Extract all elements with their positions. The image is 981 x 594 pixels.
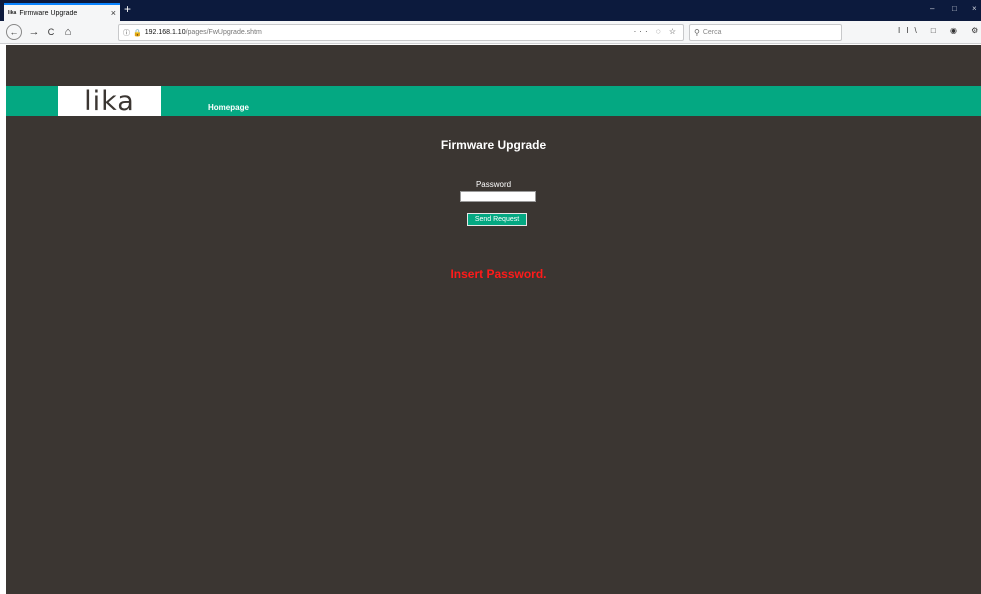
error-message: Insert Password. xyxy=(450,267,547,281)
lika-logo: lika xyxy=(58,86,161,117)
search-placeholder: Cerca xyxy=(702,29,722,36)
url-path: /pages/FwUpgrade.shtm xyxy=(185,29,262,36)
password-label: Password xyxy=(475,180,512,189)
forward-arrow-icon[interactable]: → xyxy=(28,24,40,40)
site-info-icon[interactable]: ⓘ xyxy=(123,28,130,38)
web-page: lika Homepage Firmware Upgrade Password … xyxy=(6,45,981,594)
url-bar[interactable]: ⓘ 🔒 192.168.1.10/pages/FwUpgrade.shtm ··… xyxy=(118,24,684,41)
minimize-icon[interactable]: – xyxy=(930,4,934,13)
tab-title: Firmware Upgrade xyxy=(19,9,78,17)
password-input[interactable] xyxy=(460,191,536,202)
page-title: Firmware Upgrade xyxy=(440,138,547,152)
browser-window: lika Firmware Upgrade × + – □ × ← → C ⌂ … xyxy=(0,0,981,594)
tab-favicon-icon: lika xyxy=(8,10,17,16)
back-arrow-icon[interactable]: ← xyxy=(6,24,22,40)
homepage-link[interactable]: Homepage xyxy=(208,103,249,112)
tab-strip: lika Firmware Upgrade × + – □ × xyxy=(0,0,981,21)
tab-firmware-upgrade[interactable]: lika Firmware Upgrade × xyxy=(4,3,120,21)
send-request-button[interactable]: Send Request xyxy=(467,213,527,226)
navigation-bar: ← → C ⌂ ⓘ 🔒 192.168.1.10/pages/FwUpgrade… xyxy=(0,21,981,44)
close-window-icon[interactable]: × xyxy=(972,4,977,13)
restore-icon[interactable]: □ xyxy=(952,4,957,13)
page-actions-icon[interactable]: ··· ◌ ☆ xyxy=(634,27,679,36)
brand-header-bar: lika Homepage xyxy=(6,86,981,117)
toolbar-icons[interactable]: II\ □ ◉ ⚙ ≡ xyxy=(898,26,981,35)
reload-icon[interactable]: C xyxy=(45,24,57,40)
new-tab-button[interactable]: + xyxy=(124,2,131,16)
search-icon: ⚲ xyxy=(694,28,700,37)
search-bar[interactable]: ⚲ Cerca xyxy=(689,24,842,41)
insecure-lock-icon: 🔒 xyxy=(133,29,142,37)
home-icon[interactable]: ⌂ xyxy=(62,24,74,40)
url-host: 192.168.1.10 xyxy=(144,29,186,36)
tab-close-icon[interactable]: × xyxy=(111,8,116,18)
